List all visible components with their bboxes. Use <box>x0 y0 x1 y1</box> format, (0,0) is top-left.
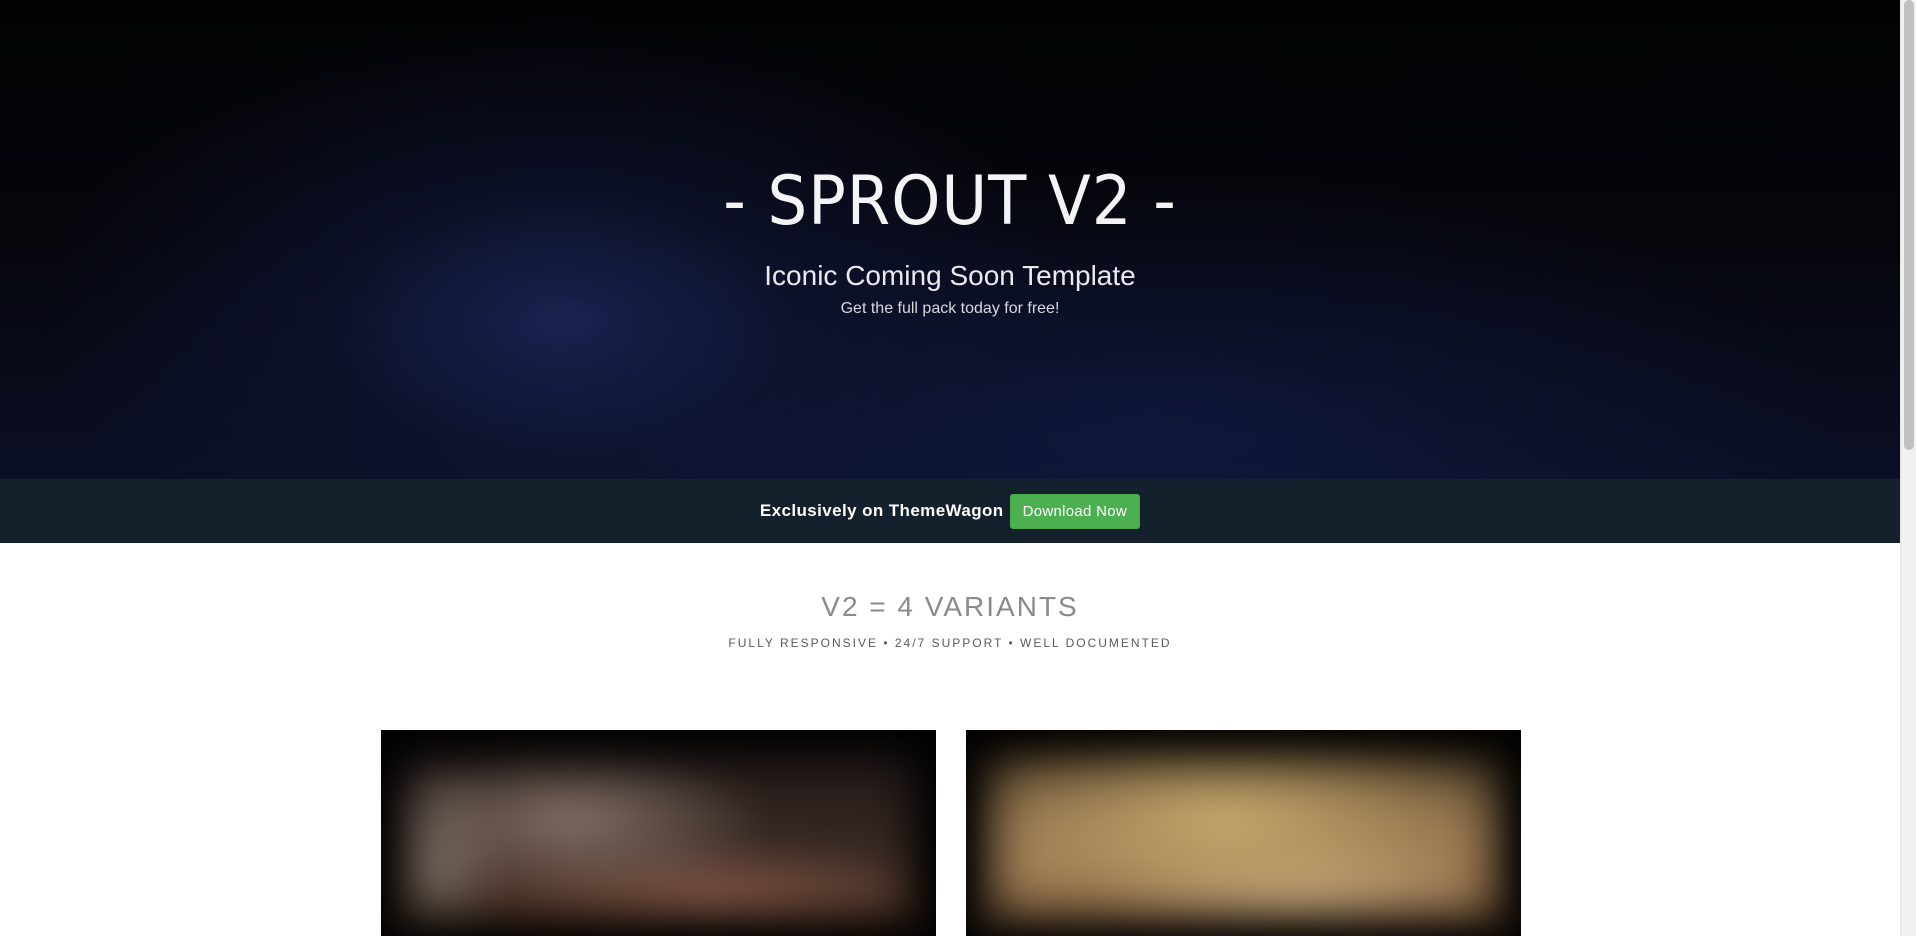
variants-section: V2 = 4 VARIANTS FULLY RESPONSIVE • 24/7 … <box>0 543 1900 936</box>
promo-text: Exclusively on ThemeWagon <box>759 501 1004 520</box>
variants-title: V2 = 4 VARIANTS <box>821 591 1079 622</box>
scrollbar-thumb[interactable] <box>1904 0 1914 450</box>
variants-features: FULLY RESPONSIVE • 24/7 SUPPORT • WELL D… <box>728 636 1172 650</box>
page-scrollbar[interactable] <box>1900 0 1916 936</box>
variant-preview-thumbnail[interactable] <box>966 730 1521 936</box>
hero-section: - SPROUT V2 - Iconic Coming Soon Templat… <box>0 0 1900 479</box>
page-content: - SPROUT V2 - Iconic Coming Soon Templat… <box>0 0 1900 936</box>
hero-tagline: Get the full pack today for free! <box>840 300 1060 317</box>
promo-bar: Exclusively on ThemeWagon Download Now <box>0 479 1900 543</box>
page: - SPROUT V2 - Iconic Coming Soon Templat… <box>0 0 1916 936</box>
hero-subtitle: Iconic Coming Soon Template <box>764 260 1136 291</box>
hero-title: - SPROUT V2 - <box>723 162 1177 241</box>
variant-preview-thumbnail[interactable] <box>381 730 936 936</box>
download-now-button[interactable]: Download Now <box>1009 493 1141 529</box>
